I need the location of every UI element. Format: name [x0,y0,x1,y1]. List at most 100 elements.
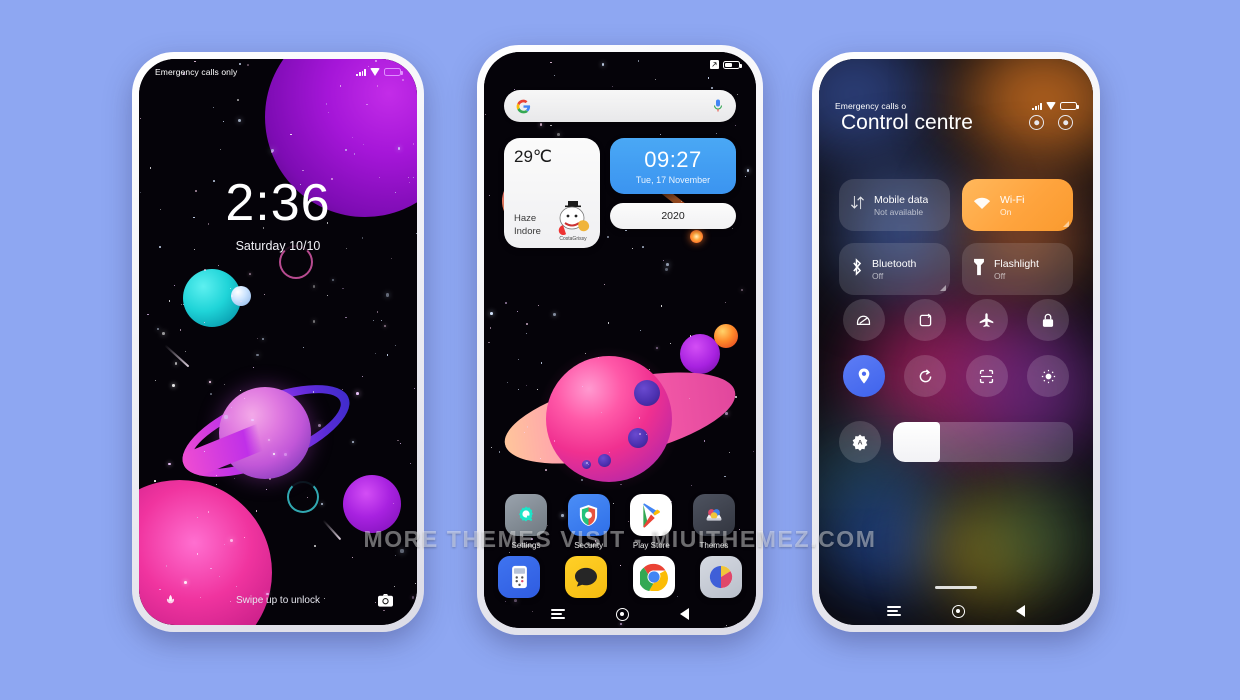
lockscreen-clock: 2:36 Saturday 10/10 [139,177,417,253]
app-themes[interactable]: Themes [686,494,742,550]
tile-flashlight[interactable]: Flashlight Off [962,243,1073,295]
carrier-label: Emergency calls o [835,101,907,111]
themes-icon [692,494,735,536]
app-play-store[interactable]: Play Store [623,494,679,550]
security-shield-icon [567,494,610,536]
bluetooth-icon [850,257,863,281]
do-not-disturb-icon[interactable] [842,299,885,341]
tile-status: On [1000,206,1012,217]
lockscreen-bottom-bar: Swipe up to unlock [139,591,417,609]
space-wallpaper [139,59,417,625]
tile-label: Flashlight [994,257,1039,270]
clock-widget[interactable]: 09:27 Tue, 17 November [610,138,736,194]
messages-icon[interactable] [565,556,608,598]
svg-text:CostaGrissy: CostaGrissy [559,236,587,242]
statusbar-homescreen [484,52,756,78]
mute-icon [710,59,719,71]
phone-control-centre: Emergency calls o Control centre Mobile … [812,52,1100,632]
screen-rotation-icon[interactable] [904,299,947,341]
phone-dialer-icon[interactable] [498,556,540,598]
clock-time: 2:36 [225,174,331,232]
year-widget[interactable]: 2020 [610,203,736,229]
drag-handle[interactable] [935,585,977,589]
tile-wifi[interactable]: Wi-Fi On [962,179,1073,231]
navbar-homescreen [484,600,756,628]
microphone-icon[interactable] [712,98,724,114]
sync-icon[interactable] [904,355,947,397]
app-label: Play Store [632,541,670,550]
wifi-icon [370,68,380,76]
flower-shortcut-icon[interactable] [159,591,181,609]
toggle-grid [839,299,1073,397]
home-icon[interactable] [615,607,629,621]
screen-lock-icon[interactable] [1027,299,1070,341]
unlock-hint: Swipe up to unlock [236,594,320,606]
recents-icon[interactable] [551,609,566,619]
screen-control-centre[interactable]: Emergency calls o Control centre Mobile … [819,59,1093,625]
weather-widget[interactable]: 29℃ Haze Indore CostaGrissy [504,138,600,248]
statusbar-lockscreen: Emergency calls only [139,59,417,85]
clock-date: Saturday 10/10 [235,239,321,253]
starfield [139,59,417,625]
widget-area: 29℃ Haze Indore CostaGrissy 09:27 Tue, 1… [504,138,736,248]
carrier-label: Emergency calls only [155,67,238,77]
google-search-bar[interactable] [504,90,736,122]
tile-status: Not available [874,206,924,217]
google-logo-icon [516,99,531,114]
tile-status: Off [994,270,1006,281]
tile-expand-corner-icon[interactable] [940,285,946,291]
tile-label: Mobile data [874,193,929,206]
app-label: Settings [511,541,541,550]
brightness-slider[interactable] [893,422,1073,462]
dock [498,556,742,598]
dark-mode-icon[interactable] [1027,355,1070,397]
tile-bluetooth[interactable]: Bluetooth Off [839,243,950,295]
clock-widget-date: Tue, 17 November [635,175,711,185]
airplane-mode-icon[interactable] [965,299,1008,341]
settings-gear-icon [505,494,547,536]
app-label: Themes [699,541,729,550]
app-settings[interactable]: Settings [498,494,554,550]
back-icon[interactable] [679,608,689,620]
weather-sticker-icon: CostaGrissy [552,199,594,243]
recents-icon[interactable] [886,606,901,616]
signal-bars-icon [1032,102,1042,110]
chrome-icon[interactable] [632,556,675,598]
tile-label: Wi-Fi [1000,193,1025,206]
wifi-icon [1046,102,1056,110]
clock-widget-time: 09:27 [644,147,702,172]
tile-mobile-data[interactable]: Mobile data Not available [839,179,950,231]
brightness-row: A [839,421,1073,463]
navbar-control-centre [819,597,1093,625]
signal-bars-icon [356,68,366,76]
battery-icon [384,67,403,77]
quick-settings-tiles: Mobile data Not available Wi-Fi On Bluet… [839,179,1073,295]
play-store-icon [630,494,673,536]
screen-homescreen[interactable]: 29℃ Haze Indore CostaGrissy 09:27 Tue, 1… [484,52,756,628]
battery-icon [1060,101,1079,111]
tile-label: Bluetooth [872,257,917,270]
battery-icon [723,60,742,70]
app-security[interactable]: Security [561,494,617,550]
tile-expand-corner-icon[interactable] [1063,221,1069,227]
screen-lockscreen[interactable]: Emergency calls only 2:36 Saturday 10/10… [139,59,417,625]
back-icon[interactable] [1016,605,1026,617]
brightness-slider-fill [893,422,940,462]
camera-shortcut-icon[interactable] [375,591,397,609]
home-icon[interactable] [951,604,965,618]
tile-status: Off [872,270,884,281]
wifi-tile-icon [973,196,991,215]
phone-lockscreen: Emergency calls only 2:36 Saturday 10/10… [132,52,424,632]
phone-homescreen: 29℃ Haze Indore CostaGrissy 09:27 Tue, 1… [477,45,763,635]
auto-brightness-icon[interactable]: A [839,421,881,463]
svg-text:A: A [858,440,863,447]
app-row: Settings Security Play Store Themes [498,494,742,550]
weather-temperature: 29℃ [514,147,553,166]
app-label: Security [574,541,604,550]
location-icon[interactable] [842,355,885,397]
flashlight-icon [973,258,985,281]
mobile-data-icon [850,194,865,216]
scan-qr-icon[interactable] [965,355,1008,397]
statusbar-control-centre: Emergency calls o [819,93,1093,119]
gallery-icon[interactable] [699,556,742,598]
